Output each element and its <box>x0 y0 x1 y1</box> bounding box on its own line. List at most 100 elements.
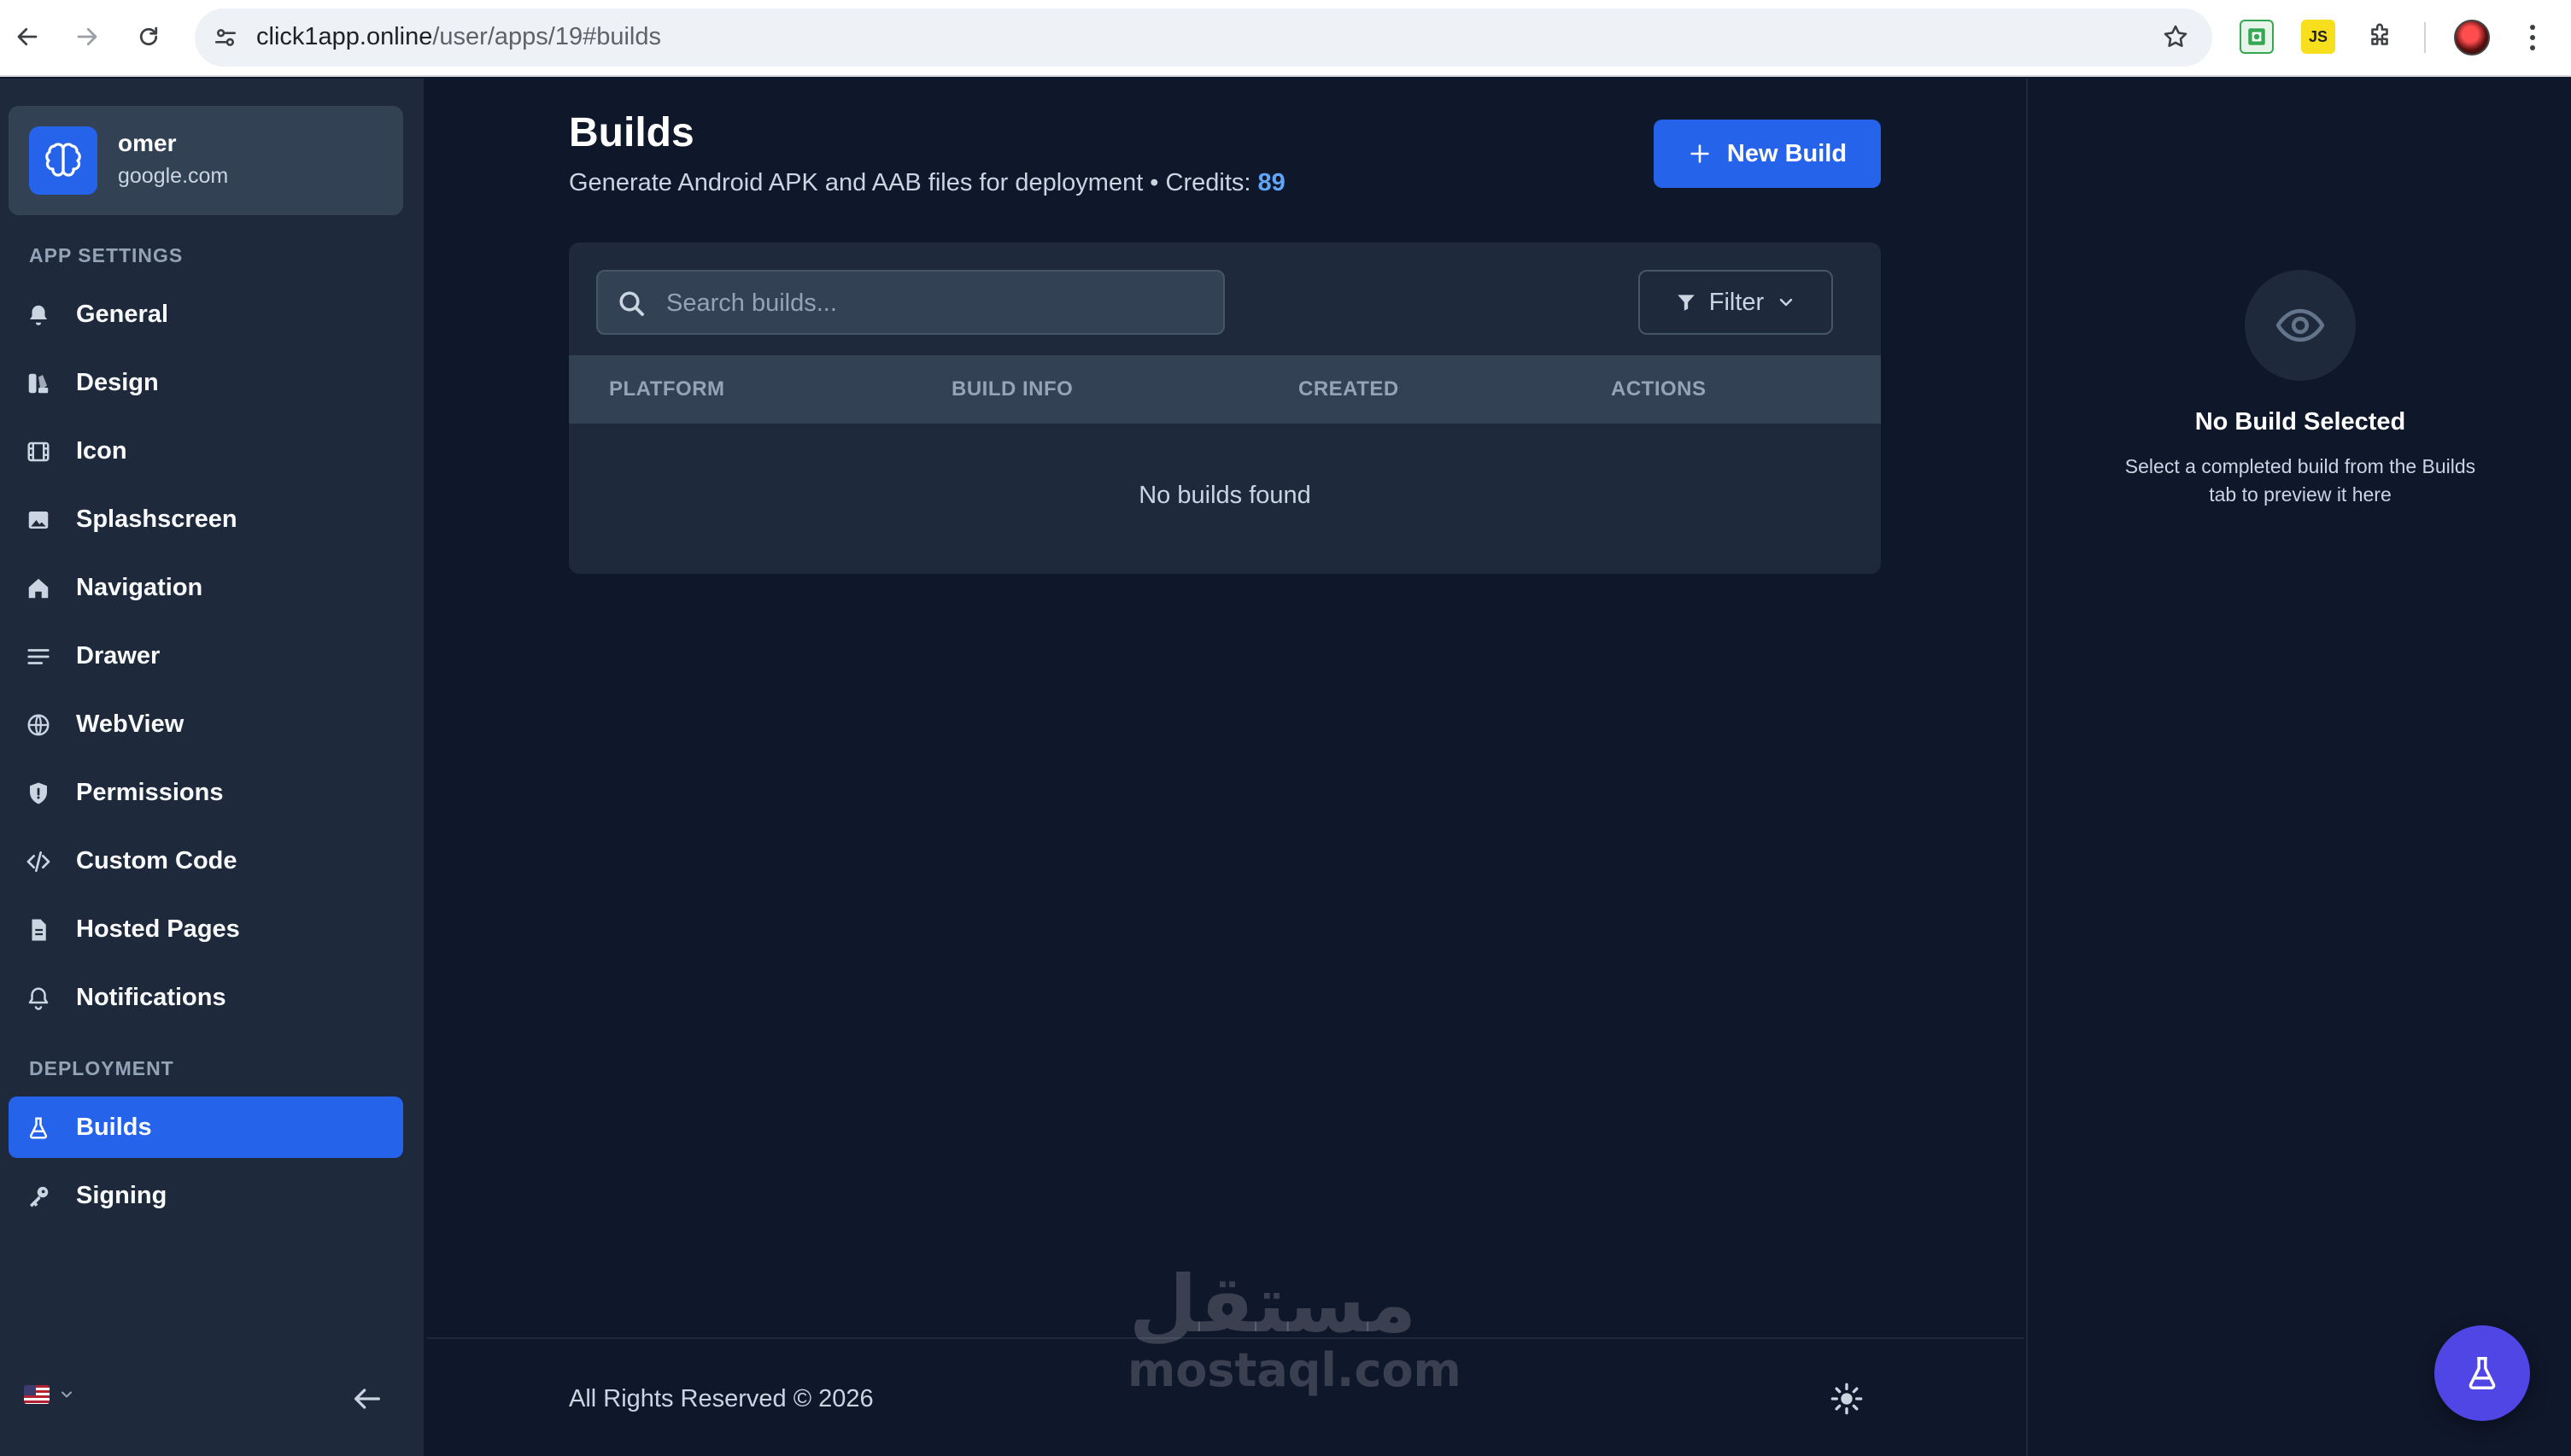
back-button[interactable] <box>9 18 46 56</box>
sidebar: omer google.com APP SETTINGS General Des… <box>0 79 425 1456</box>
site-settings-icon[interactable] <box>212 24 239 51</box>
main-content: Builds Generate Android APK and AAB file… <box>427 79 2024 1456</box>
watermark-latin: mostaql.com <box>1127 1343 1461 1397</box>
sidebar-item-label: Signing <box>76 1182 167 1209</box>
sidebar-item-navigation[interactable]: Navigation <box>9 557 403 618</box>
js-extension-icon[interactable]: JS <box>2301 20 2335 54</box>
language-selector[interactable] <box>24 1385 75 1404</box>
sun-icon[interactable] <box>1830 1382 1864 1416</box>
sidebar-item-label: Permissions <box>76 779 224 806</box>
plus-icon <box>1688 142 1712 166</box>
sidebar-item-design[interactable]: Design <box>9 352 403 413</box>
reload-button[interactable] <box>130 18 167 56</box>
filter-label: Filter <box>1708 288 1765 316</box>
arrow-right-icon <box>77 27 97 46</box>
sidebar-item-icon[interactable]: Icon <box>9 420 403 482</box>
globe-icon <box>24 710 53 740</box>
flask-icon <box>24 1114 53 1143</box>
sidebar-item-label: General <box>76 301 168 328</box>
reload-icon <box>139 26 158 46</box>
us-flag-icon <box>24 1385 50 1404</box>
watermark-arabic: مستقل <box>1128 1259 1417 1350</box>
section-label-deployment: DEPLOYMENT <box>29 1057 174 1079</box>
arrow-left-icon <box>17 27 38 46</box>
preview-title: No Build Selected <box>2194 408 2406 436</box>
app-domain: google.com <box>118 164 229 188</box>
credits-count: 89 <box>1257 169 1286 196</box>
search-field[interactable] <box>596 270 1225 335</box>
subtitle-text: Generate Android APK and AAB files for d… <box>569 169 1258 196</box>
preview-description: Select a completed build from the Builds… <box>2124 455 2476 506</box>
brain-icon <box>29 126 97 195</box>
sidebar-item-webview[interactable]: WebView <box>9 693 403 755</box>
sidebar-item-label: Drawer <box>76 642 161 670</box>
palette-icon <box>24 369 53 398</box>
url-host: click1app.online <box>256 23 433 50</box>
sidebar-item-label: Design <box>76 369 159 396</box>
app-switcher[interactable]: omer google.com <box>9 106 403 215</box>
key-icon <box>24 1182 53 1211</box>
bell-icon <box>24 301 53 330</box>
filter-icon <box>1675 291 1697 313</box>
page-subtitle: Generate Android APK and AAB files for d… <box>569 169 1286 197</box>
sidebar-item-permissions[interactable]: Permissions <box>9 762 403 823</box>
sidebar-item-notifications[interactable]: Notifications <box>9 967 403 1028</box>
sidebar-item-label: Custom Code <box>76 847 237 874</box>
search-input[interactable] <box>666 284 1196 323</box>
document-icon <box>24 915 53 944</box>
profile-avatar[interactable] <box>2454 20 2490 56</box>
sidebar-item-general[interactable]: General <box>9 284 403 345</box>
footer-copyright: All Rights Reserved © 2026 <box>569 1385 874 1412</box>
build-preview-panel: No Build Selected Select a completed bui… <box>2026 79 2571 1456</box>
sidebar-item-hosted-pages[interactable]: Hosted Pages <box>9 898 403 960</box>
eye-icon <box>2245 270 2356 381</box>
column-header-build-info[interactable]: BUILD INFO <box>952 377 1073 401</box>
film-icon <box>24 437 53 466</box>
new-build-button[interactable]: New Build <box>1654 120 1881 188</box>
page-title: Builds <box>569 110 694 155</box>
search-icon <box>617 289 647 319</box>
empty-state-text: No builds found <box>1139 482 1311 509</box>
sidebar-item-label: WebView <box>76 710 184 738</box>
bookmark-star-icon[interactable] <box>2161 22 2190 51</box>
sheet-extension-icon[interactable] <box>2240 20 2274 54</box>
toolbar-divider <box>2424 22 2426 53</box>
url-path: /user/apps/19#builds <box>432 23 661 50</box>
table-header: PLATFORM BUILD INFO CREATED ACTIONS <box>569 355 1881 424</box>
section-label-app-settings: APP SETTINGS <box>29 244 184 266</box>
column-header-actions: ACTIONS <box>1611 377 1707 401</box>
flask-fab-button[interactable] <box>2434 1325 2530 1421</box>
sidebar-item-label: Navigation <box>76 574 203 601</box>
sidebar-item-label: Splashscreen <box>76 506 237 533</box>
url-text: click1app.online/user/apps/19#builds <box>256 23 661 51</box>
column-header-platform[interactable]: PLATFORM <box>609 377 725 401</box>
sidebar-item-label: Notifications <box>76 984 226 1011</box>
address-bar[interactable]: click1app.online/user/apps/19#builds <box>195 9 2212 67</box>
column-header-created[interactable]: CREATED <box>1298 377 1399 401</box>
builds-table-panel: Filter PLATFORM BUILD INFO CREATED ACTIO… <box>569 243 1881 574</box>
menu-lines-icon <box>24 642 53 671</box>
sidebar-item-drawer[interactable]: Drawer <box>9 625 403 687</box>
filter-button[interactable]: Filter <box>1638 270 1833 335</box>
forward-button[interactable] <box>68 18 106 56</box>
sidebar-item-splashscreen[interactable]: Splashscreen <box>9 488 403 550</box>
home-icon <box>24 574 53 603</box>
bell-outline-icon <box>24 984 53 1013</box>
sidebar-item-builds[interactable]: Builds <box>9 1096 403 1158</box>
browser-menu-icon[interactable] <box>2520 19 2545 56</box>
puzzle-icon[interactable] <box>2363 20 2397 54</box>
sidebar-item-label: Hosted Pages <box>76 915 240 943</box>
code-icon <box>24 847 53 876</box>
js-extension-label: JS <box>2308 27 2328 45</box>
sidebar-item-custom-code[interactable]: Custom Code <box>9 830 403 892</box>
image-icon <box>24 506 53 535</box>
chevron-down-icon <box>58 1386 75 1403</box>
browser-toolbar: click1app.online/user/apps/19#builds JS <box>0 0 2571 77</box>
flask-icon <box>2463 1354 2502 1393</box>
sidebar-item-signing[interactable]: Signing <box>9 1165 403 1226</box>
app-name: omer <box>118 130 177 156</box>
shield-icon <box>24 779 53 808</box>
collapse-sidebar-icon[interactable] <box>350 1382 384 1416</box>
sidebar-item-label: Icon <box>76 437 127 465</box>
chevron-down-icon <box>1776 292 1796 313</box>
